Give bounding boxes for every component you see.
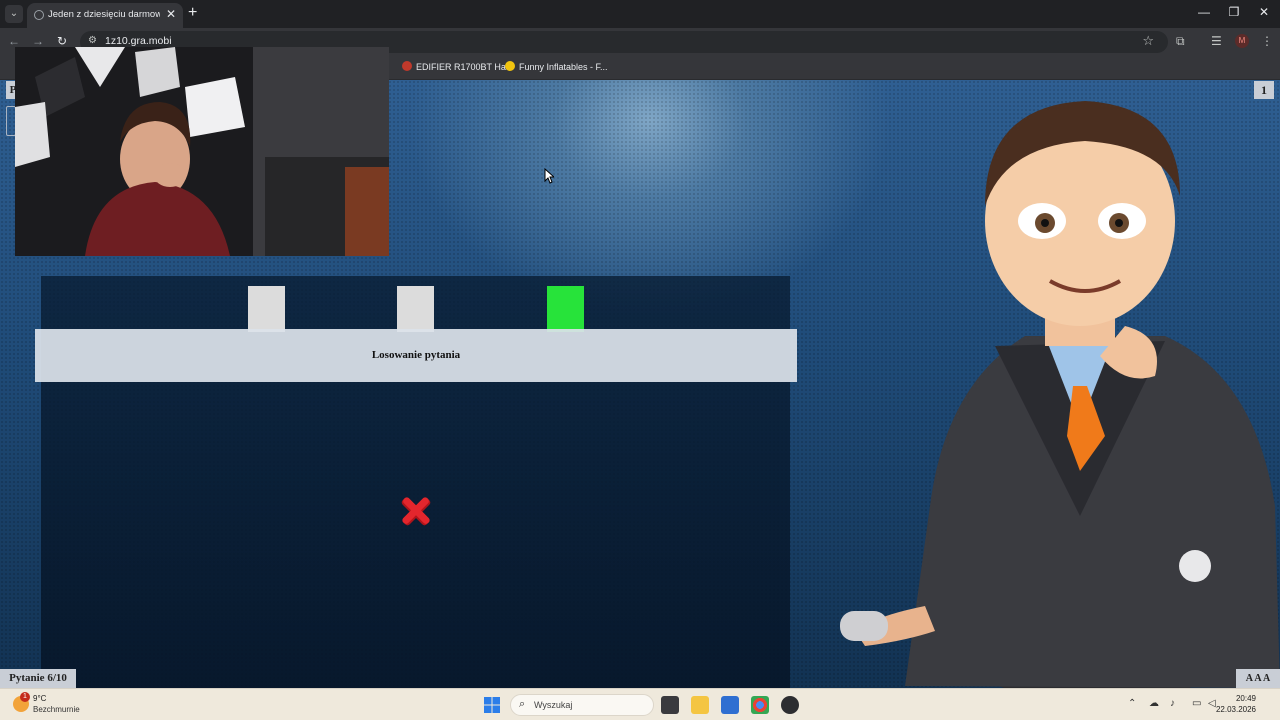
start-button-icon[interactable] (484, 697, 500, 713)
wrong-answer-icon (401, 497, 431, 526)
menu-kebab-icon[interactable]: ⋮ (1261, 34, 1273, 48)
question-status-bar: Losowanie pytania (35, 329, 797, 382)
microphone-icon[interactable]: ♪ (1170, 698, 1175, 709)
life-indicator-active (547, 286, 584, 332)
bookmark-favicon-icon (402, 61, 412, 71)
site-info-icon[interactable]: ⚙ (88, 35, 97, 46)
profile-avatar[interactable]: M (1235, 34, 1249, 48)
minimize-button[interactable]: — (1194, 5, 1214, 19)
network-icon[interactable]: ▭ (1192, 698, 1201, 709)
notification-badge: 1 (20, 692, 30, 702)
bookmark-item[interactable]: Funny Inflatables - F... (505, 61, 608, 72)
life-indicator-used (397, 286, 434, 332)
clock-time[interactable]: 20:49 (1236, 694, 1256, 703)
chrome-icon[interactable] (751, 696, 769, 714)
status-text: Losowanie pytania (371, 349, 461, 361)
tab-favicon-icon (34, 10, 44, 20)
font-size-control[interactable]: A A A (1236, 669, 1280, 688)
store-icon[interactable] (721, 696, 739, 714)
bookmark-label: Funny Inflatables - F... (519, 62, 608, 72)
app-icon[interactable] (781, 696, 799, 714)
search-placeholder: Wyszukaj (534, 700, 573, 710)
bookmark-favicon-icon (505, 61, 515, 71)
bookmark-item[interactable]: EDIFIER R1700BT Ha... (402, 61, 513, 72)
windows-taskbar: 1 9°C Bezchmurnie ⌕ Wyszukaj ⌃ ☁ ♪ ▭ ◁ 2… (0, 688, 1280, 720)
tab-strip: ⌄ Jeden z dziesięciu darmowa gra ✕ + — ❐… (0, 0, 1280, 28)
volume-icon[interactable]: ◁ (1208, 698, 1216, 709)
weather-description: Bezchmurnie (33, 705, 80, 714)
bookmark-star-icon[interactable]: ☆ (1142, 33, 1154, 49)
browser-tab-active[interactable]: Jeden z dziesięciu darmowa gra ✕ (27, 3, 183, 28)
task-view-icon[interactable] (661, 696, 679, 714)
tab-title: Jeden z dziesięciu darmowa gra (48, 9, 160, 20)
close-window-button[interactable]: ✕ (1254, 5, 1274, 19)
question-progress-label: Pytanie 6/10 (0, 669, 76, 688)
onedrive-icon[interactable]: ☁ (1149, 698, 1159, 709)
reading-list-icon[interactable]: ☰ (1211, 34, 1222, 48)
url-text: 1z10.gra.mobi (105, 35, 172, 47)
score-counter: 1 (1254, 81, 1274, 99)
restore-button[interactable]: ❐ (1224, 5, 1244, 19)
webcam-overlay (15, 47, 389, 256)
tab-close-icon[interactable]: ✕ (166, 7, 176, 21)
file-explorer-icon[interactable] (691, 696, 709, 714)
tab-search-button[interactable]: ⌄ (5, 5, 23, 23)
new-tab-button[interactable]: + (188, 4, 197, 22)
clock-date[interactable]: 22.03.2026 (1216, 705, 1256, 714)
extensions-icon[interactable]: ⧉ (1176, 34, 1185, 49)
weather-temperature: 9°C (33, 694, 47, 703)
game-host-illustration (840, 101, 1280, 688)
mouse-cursor-icon (544, 168, 554, 184)
taskbar-search[interactable]: ⌕ Wyszukaj (510, 694, 654, 716)
life-indicator-used (248, 286, 285, 332)
search-icon: ⌕ (519, 698, 526, 710)
tray-overflow-icon[interactable]: ⌃ (1128, 698, 1136, 709)
bookmark-label: EDIFIER R1700BT Ha... (416, 62, 514, 72)
